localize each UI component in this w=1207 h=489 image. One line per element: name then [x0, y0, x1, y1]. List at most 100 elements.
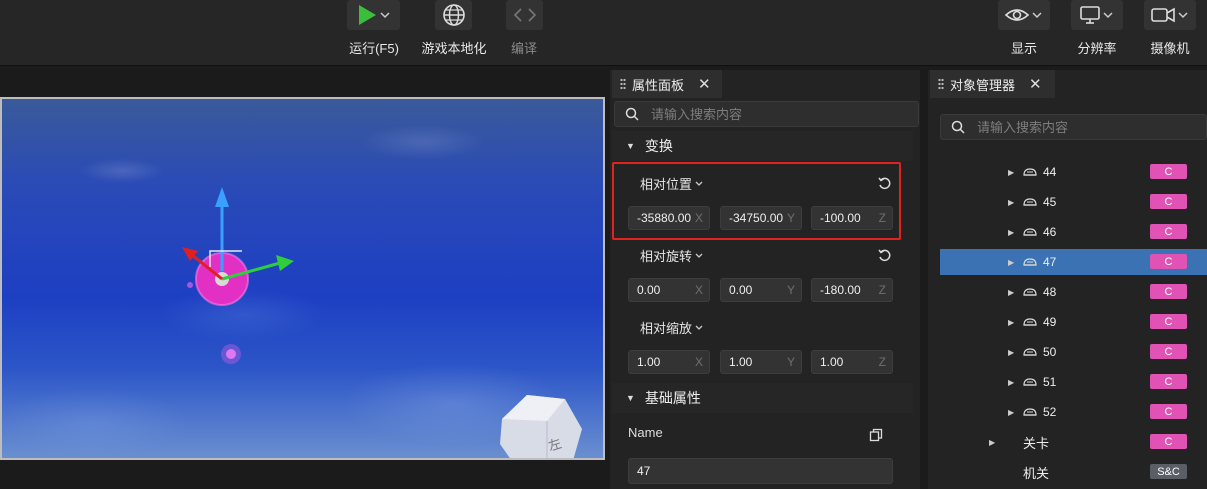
top-toolbar: 运行(F5) 游戏本地化 编译 显示 分辨率 摄像机 [0, 0, 1207, 66]
object-search[interactable] [940, 114, 1207, 140]
display-button[interactable] [998, 0, 1050, 30]
expand-triangle-icon[interactable]: ▶ [1008, 288, 1014, 297]
rotation-label[interactable]: 相对旋转 [640, 246, 704, 265]
play-icon [358, 5, 376, 25]
axis-z-label: Z [878, 283, 886, 297]
basic-section-title: 基础属性 [644, 390, 701, 406]
rotation-z-value: -180.00 [820, 283, 861, 297]
expand-triangle-icon: ▼ [626, 141, 635, 151]
transform-section-header[interactable]: ▼ 变换 [612, 131, 913, 161]
rotation-label-text: 相对旋转 [640, 249, 693, 264]
axis-y-label: Y [786, 283, 795, 297]
tree-item-label: 49 [1043, 315, 1057, 329]
transform-gizmo[interactable]: 左 [2, 99, 605, 460]
compile-label: 编译 [510, 41, 537, 56]
object-icon [1023, 198, 1037, 206]
search-icon [625, 107, 639, 121]
axis-z-label: Z [878, 355, 886, 369]
scale-z-value: 1.00 [820, 355, 844, 369]
tab-properties-label: 属性面板 [632, 77, 685, 93]
globe-icon [442, 4, 465, 26]
localize-button[interactable] [435, 0, 472, 30]
eye-icon [1004, 9, 1030, 21]
expand-triangle-icon[interactable]: ▶ [1008, 348, 1014, 357]
rotation-z-field[interactable]: -180.00 Z [811, 278, 893, 302]
object-icon [1023, 288, 1037, 296]
run-button[interactable] [347, 0, 400, 30]
object-icon [1023, 258, 1037, 266]
camera-label: 摄像机 [1150, 41, 1190, 56]
object-search-input[interactable] [977, 119, 1197, 135]
expand-triangle-icon[interactable]: ▶ [1008, 258, 1014, 267]
expand-triangle-icon[interactable]: ▶ [1008, 378, 1014, 387]
properties-search[interactable] [614, 101, 919, 127]
chevron-down-icon [695, 253, 703, 258]
scene-viewport[interactable]: 左 [0, 97, 605, 460]
expand-triangle-icon[interactable]: ▶ [1008, 198, 1014, 207]
scale-z-field[interactable]: 1.00 Z [811, 350, 893, 374]
type-badge: C [1150, 434, 1187, 449]
tree-item-label: 机关 [1023, 465, 1050, 481]
scale-label-text: 相对缩放 [640, 321, 693, 336]
viewport-footer [0, 460, 605, 489]
scale-x-field[interactable]: 1.00 X [628, 350, 710, 374]
properties-search-input[interactable] [651, 106, 871, 122]
chevron-down-icon[interactable] [1030, 8, 1044, 22]
type-badge: C [1150, 164, 1187, 179]
type-badge: C [1150, 284, 1187, 299]
rotation-x-field[interactable]: 0.00 X [628, 278, 710, 302]
expand-triangle-icon[interactable]: ▶ [1008, 228, 1014, 237]
localize-label: 游戏本地化 [421, 41, 487, 56]
compile-button[interactable] [506, 0, 543, 30]
scale-x-value: 1.00 [637, 355, 661, 369]
resolution-button[interactable] [1071, 0, 1123, 30]
type-badge: C [1150, 314, 1187, 329]
name-input[interactable]: 47 [628, 458, 893, 484]
scale-label[interactable]: 相对缩放 [640, 318, 704, 337]
tree-item-label: 52 [1043, 405, 1057, 419]
reset-rotation-icon[interactable] [877, 248, 892, 263]
expand-triangle-icon[interactable]: ▶ [1008, 318, 1014, 327]
expand-triangle-icon: ▼ [626, 393, 635, 403]
chevron-down-icon[interactable] [1176, 8, 1190, 22]
axis-x-label: X [694, 355, 703, 369]
close-icon[interactable]: ✕ [1029, 77, 1042, 92]
close-icon[interactable]: ✕ [698, 77, 711, 92]
name-label: Name [628, 425, 663, 440]
type-badge: C [1150, 224, 1187, 239]
type-badge: C [1150, 194, 1187, 209]
tab-object-manager-label: 对象管理器 [950, 77, 1016, 93]
type-badge: C [1150, 404, 1187, 419]
axis-x-label: X [694, 283, 703, 297]
rotation-y-value: 0.00 [729, 283, 753, 297]
name-value: 47 [637, 464, 651, 478]
expand-triangle-icon[interactable]: ▶ [1008, 408, 1014, 417]
expand-triangle-icon[interactable]: ▶ [1008, 168, 1014, 177]
chevron-down-icon[interactable] [378, 8, 392, 22]
video-camera-icon [1151, 7, 1175, 23]
object-icon [1023, 408, 1037, 416]
search-icon [951, 120, 965, 134]
scale-y-value: 1.00 [729, 355, 753, 369]
tree-item-label: 关卡 [1023, 435, 1050, 451]
tab-object-manager[interactable]: 对象管理器 ✕ [930, 70, 1055, 98]
copy-icon[interactable] [869, 428, 883, 442]
tab-properties[interactable]: 属性面板 ✕ [612, 70, 722, 98]
run-label: 运行(F5) [349, 41, 399, 56]
drag-handle-icon[interactable] [938, 78, 944, 90]
orientation-cube[interactable] [500, 395, 582, 460]
rotation-y-field[interactable]: 0.00 Y [720, 278, 802, 302]
camera-button[interactable] [1144, 0, 1196, 30]
tree-item-label: 48 [1043, 285, 1057, 299]
basic-section-header[interactable]: ▼ 基础属性 [612, 383, 913, 413]
chevron-down-icon[interactable] [1101, 8, 1115, 22]
drag-handle-icon[interactable] [620, 78, 626, 90]
tree-item-label: 51 [1043, 375, 1057, 389]
tree-item-label: 46 [1043, 225, 1057, 239]
code-icon [513, 8, 536, 22]
scale-y-field[interactable]: 1.00 Y [720, 350, 802, 374]
tree-item-label: 44 [1043, 165, 1057, 179]
chevron-down-icon [695, 325, 703, 330]
expand-triangle-icon[interactable]: ▶ [989, 438, 995, 447]
object-icon [1023, 348, 1037, 356]
